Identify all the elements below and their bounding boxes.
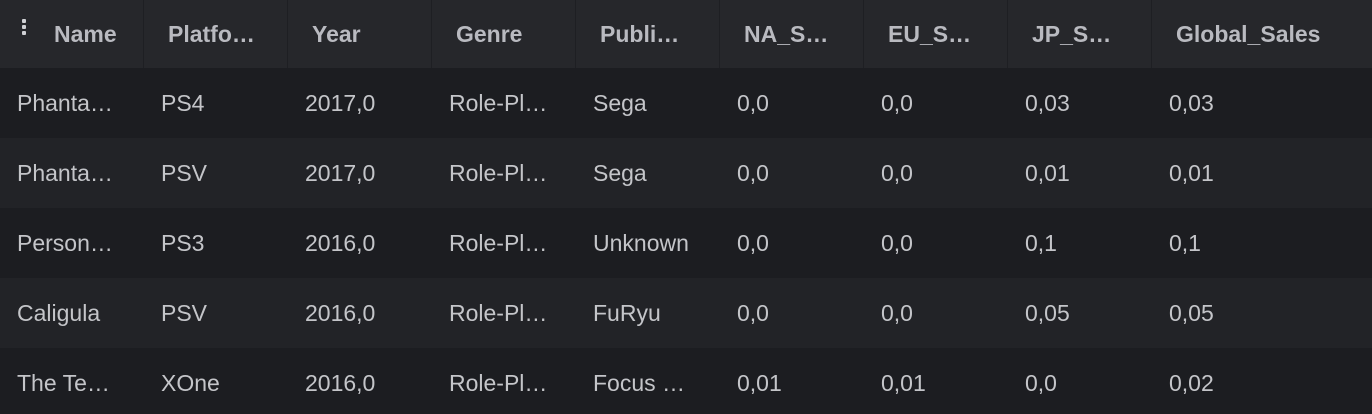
cell-platform[interactable]: XOne — [144, 348, 288, 414]
cell-jp-sales[interactable]: 0,03 — [1008, 68, 1152, 138]
cell-platform[interactable]: PS4 — [144, 68, 288, 138]
cell-genre[interactable]: Role-Pl… — [432, 278, 576, 348]
cell-name[interactable]: Phanta… — [0, 138, 144, 208]
cell-na-sales[interactable]: 0,0 — [720, 138, 864, 208]
column-header-label: Name — [54, 20, 117, 47]
grid-header: Name Platfo… Year Genre Publi… NA_S… EU_… — [0, 0, 1372, 68]
table-row[interactable]: The Te… XOne 2016,0 Role-Pl… Focus … 0,0… — [0, 348, 1372, 414]
cell-platform[interactable]: PSV — [144, 278, 288, 348]
column-header-platform[interactable]: Platfo… — [144, 0, 288, 68]
cell-year[interactable]: 2016,0 — [288, 208, 432, 278]
cell-publisher[interactable]: Unknown — [576, 208, 720, 278]
cell-name[interactable]: Phanta… — [0, 68, 144, 138]
column-header-eu-sales[interactable]: EU_S… — [864, 0, 1008, 68]
cell-eu-sales[interactable]: 0,01 — [864, 348, 1008, 414]
cell-na-sales[interactable]: 0,0 — [720, 68, 864, 138]
cell-jp-sales[interactable]: 0,01 — [1008, 138, 1152, 208]
cell-global-sales[interactable]: 0,03 — [1152, 68, 1372, 138]
cell-genre[interactable]: Role-Pl… — [432, 348, 576, 414]
cell-publisher[interactable]: Sega — [576, 138, 720, 208]
cell-name[interactable]: Person… — [0, 208, 144, 278]
column-header-jp-sales[interactable]: JP_S… — [1008, 0, 1152, 68]
cell-genre[interactable]: Role-Pl… — [432, 138, 576, 208]
column-header-label: JP_S… — [1032, 20, 1112, 47]
cell-year[interactable]: 2017,0 — [288, 68, 432, 138]
cell-publisher[interactable]: Focus … — [576, 348, 720, 414]
table-row[interactable]: Phanta… PS4 2017,0 Role-Pl… Sega 0,0 0,0… — [0, 68, 1372, 138]
column-header-label: Year — [312, 20, 361, 47]
column-header-label: Publi… — [600, 20, 680, 47]
column-header-name[interactable]: Name — [0, 0, 144, 68]
column-header-publisher[interactable]: Publi… — [576, 0, 720, 68]
column-header-label: Global_Sales — [1176, 20, 1321, 47]
cell-jp-sales[interactable]: 0,0 — [1008, 348, 1152, 414]
cell-na-sales[interactable]: 0,0 — [720, 208, 864, 278]
cell-platform[interactable]: PSV — [144, 138, 288, 208]
cell-year[interactable]: 2016,0 — [288, 278, 432, 348]
cell-year[interactable]: 2017,0 — [288, 138, 432, 208]
column-header-label: NA_S… — [744, 20, 829, 47]
column-header-global-sales[interactable]: Global_Sales — [1152, 0, 1372, 68]
cell-eu-sales[interactable]: 0,0 — [864, 208, 1008, 278]
column-header-label: Platfo… — [168, 20, 255, 47]
cell-publisher[interactable]: FuRyu — [576, 278, 720, 348]
table-row[interactable]: Caligula PSV 2016,0 Role-Pl… FuRyu 0,0 0… — [0, 278, 1372, 348]
data-grid: Name Platfo… Year Genre Publi… NA_S… EU_… — [0, 0, 1372, 414]
cell-global-sales[interactable]: 0,1 — [1152, 208, 1372, 278]
cell-name[interactable]: Caligula — [0, 278, 144, 348]
column-header-label: EU_S… — [888, 20, 972, 47]
cell-publisher[interactable]: Sega — [576, 68, 720, 138]
cell-platform[interactable]: PS3 — [144, 208, 288, 278]
vertical-dots-icon[interactable] — [18, 17, 30, 39]
cell-eu-sales[interactable]: 0,0 — [864, 138, 1008, 208]
cell-genre[interactable]: Role-Pl… — [432, 68, 576, 138]
cell-na-sales[interactable]: 0,0 — [720, 278, 864, 348]
column-header-label: Genre — [456, 20, 523, 47]
cell-global-sales[interactable]: 0,01 — [1152, 138, 1372, 208]
cell-name[interactable]: The Te… — [0, 348, 144, 414]
cell-eu-sales[interactable]: 0,0 — [864, 68, 1008, 138]
cell-global-sales[interactable]: 0,02 — [1152, 348, 1372, 414]
cell-genre[interactable]: Role-Pl… — [432, 208, 576, 278]
table-row[interactable]: Person… PS3 2016,0 Role-Pl… Unknown 0,0 … — [0, 208, 1372, 278]
cell-jp-sales[interactable]: 0,05 — [1008, 278, 1152, 348]
cell-eu-sales[interactable]: 0,0 — [864, 278, 1008, 348]
cell-jp-sales[interactable]: 0,1 — [1008, 208, 1152, 278]
column-header-na-sales[interactable]: NA_S… — [720, 0, 864, 68]
table-row[interactable]: Phanta… PSV 2017,0 Role-Pl… Sega 0,0 0,0… — [0, 138, 1372, 208]
column-header-year[interactable]: Year — [288, 0, 432, 68]
column-header-genre[interactable]: Genre — [432, 0, 576, 68]
cell-global-sales[interactable]: 0,05 — [1152, 278, 1372, 348]
cell-na-sales[interactable]: 0,01 — [720, 348, 864, 414]
cell-year[interactable]: 2016,0 — [288, 348, 432, 414]
